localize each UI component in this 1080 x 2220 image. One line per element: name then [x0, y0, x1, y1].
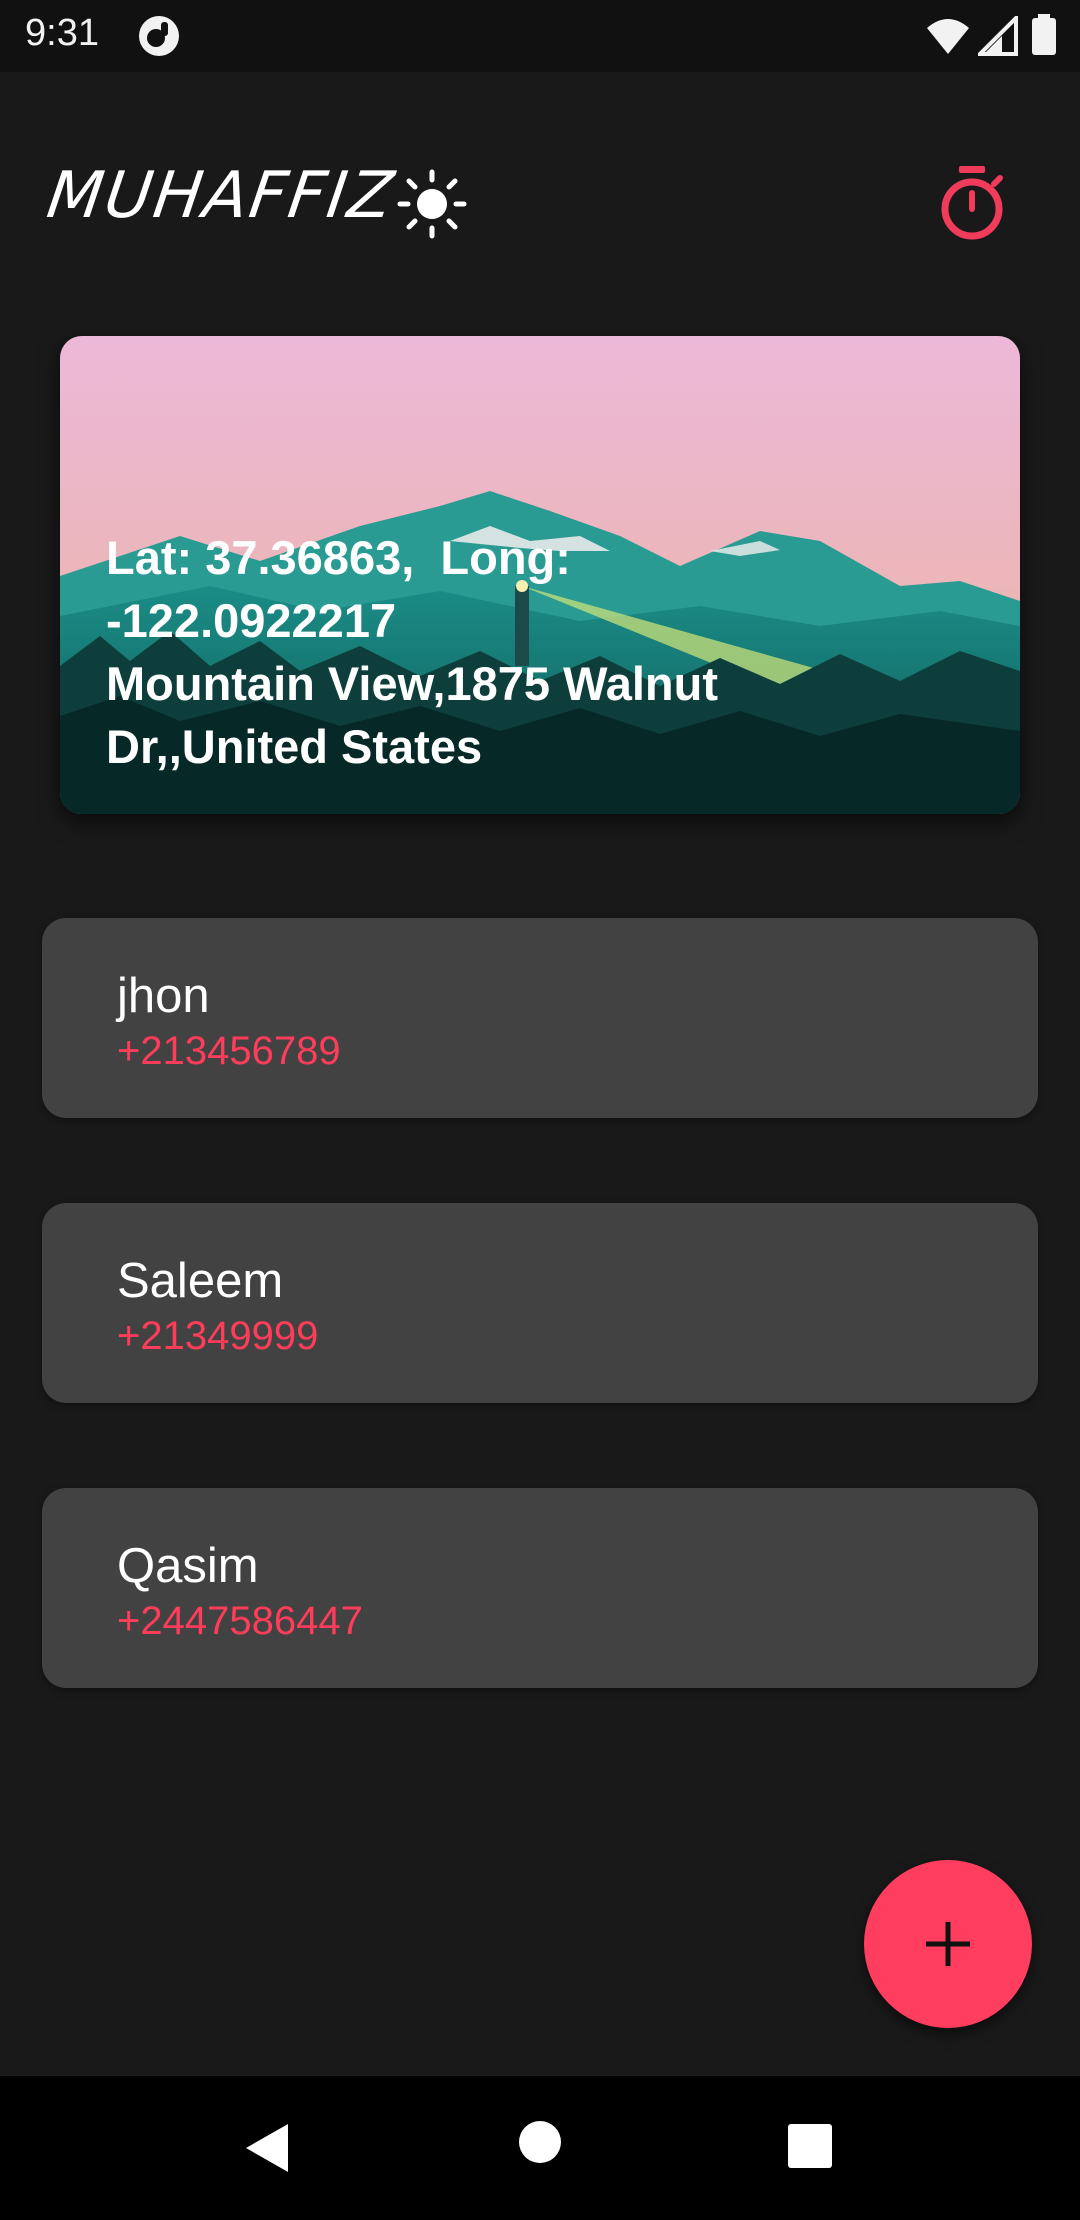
stopwatch-icon — [941, 166, 1003, 240]
contact-card[interactable]: jhon +213456789 — [42, 918, 1038, 1118]
location-line-3: Mountain View,1875 Walnut — [106, 657, 718, 710]
plus-icon — [926, 1922, 970, 1966]
location-line-4: Dr,,United States — [106, 720, 483, 773]
cellular-signal-icon — [974, 13, 1018, 56]
contact-name: jhon — [117, 969, 210, 1023]
contact-card[interactable]: Saleem +21349999 — [42, 1203, 1038, 1403]
contact-name: Qasim — [117, 1539, 259, 1593]
location-line-1: Lat: 37.36863, Long: — [106, 531, 571, 584]
status-bar: 9:31 — [0, 0, 1080, 72]
theme-toggle-button[interactable] — [396, 168, 468, 245]
wifi-icon — [927, 19, 970, 54]
contact-card[interactable]: Qasim +2447586447 — [42, 1488, 1038, 1688]
location-text: Lat: 37.36863, Long: -122.0922217 Mounta… — [106, 526, 806, 778]
contact-name: Saleem — [117, 1254, 284, 1308]
contact-phone: +2447586447 — [117, 1599, 363, 1643]
location-line-2: -122.0922217 — [106, 594, 397, 647]
recents-icon[interactable] — [787, 2123, 833, 2169]
app-notification-icon — [139, 16, 179, 56]
app-title: MUHAFFIZ — [42, 159, 400, 233]
battery-icon — [1032, 14, 1056, 55]
home-icon[interactable] — [518, 2120, 562, 2164]
back-icon[interactable] — [242, 2120, 292, 2176]
sun-icon — [397, 169, 467, 239]
status-time: 9:31 — [25, 12, 99, 54]
contact-phone: +213456789 — [117, 1029, 341, 1073]
add-contact-button[interactable] — [864, 1860, 1032, 2028]
navigation-bar — [0, 2076, 1080, 2220]
timer-button[interactable] — [937, 164, 1007, 249]
contact-phone: +21349999 — [117, 1314, 319, 1358]
location-card: Lat: 37.36863, Long: -122.0922217 Mounta… — [60, 336, 1020, 814]
